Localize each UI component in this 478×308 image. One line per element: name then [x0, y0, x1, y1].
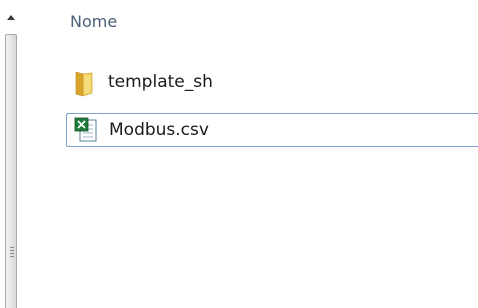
thumb-grip-line: [10, 247, 14, 248]
vertical-scrollbar[interactable]: [0, 0, 26, 308]
explorer-file-pane: Nome template_sh Modbus.csv: [0, 0, 478, 308]
thumb-grip-line: [10, 256, 14, 257]
column-header-name[interactable]: Nome: [70, 12, 117, 31]
folder-icon: [70, 67, 100, 97]
list-item-file-selected[interactable]: Modbus.csv: [66, 113, 478, 147]
list-item-label: Modbus.csv: [109, 120, 209, 140]
thumb-grip-line: [10, 253, 14, 254]
list-item-label: template_sh: [108, 72, 213, 92]
excel-csv-icon: [71, 115, 101, 145]
scroll-up-arrow-icon[interactable]: [7, 15, 15, 20]
scrollbar-thumb[interactable]: [5, 34, 17, 308]
thumb-grip-line: [10, 250, 14, 251]
list-item-folder[interactable]: template_sh: [66, 67, 478, 97]
